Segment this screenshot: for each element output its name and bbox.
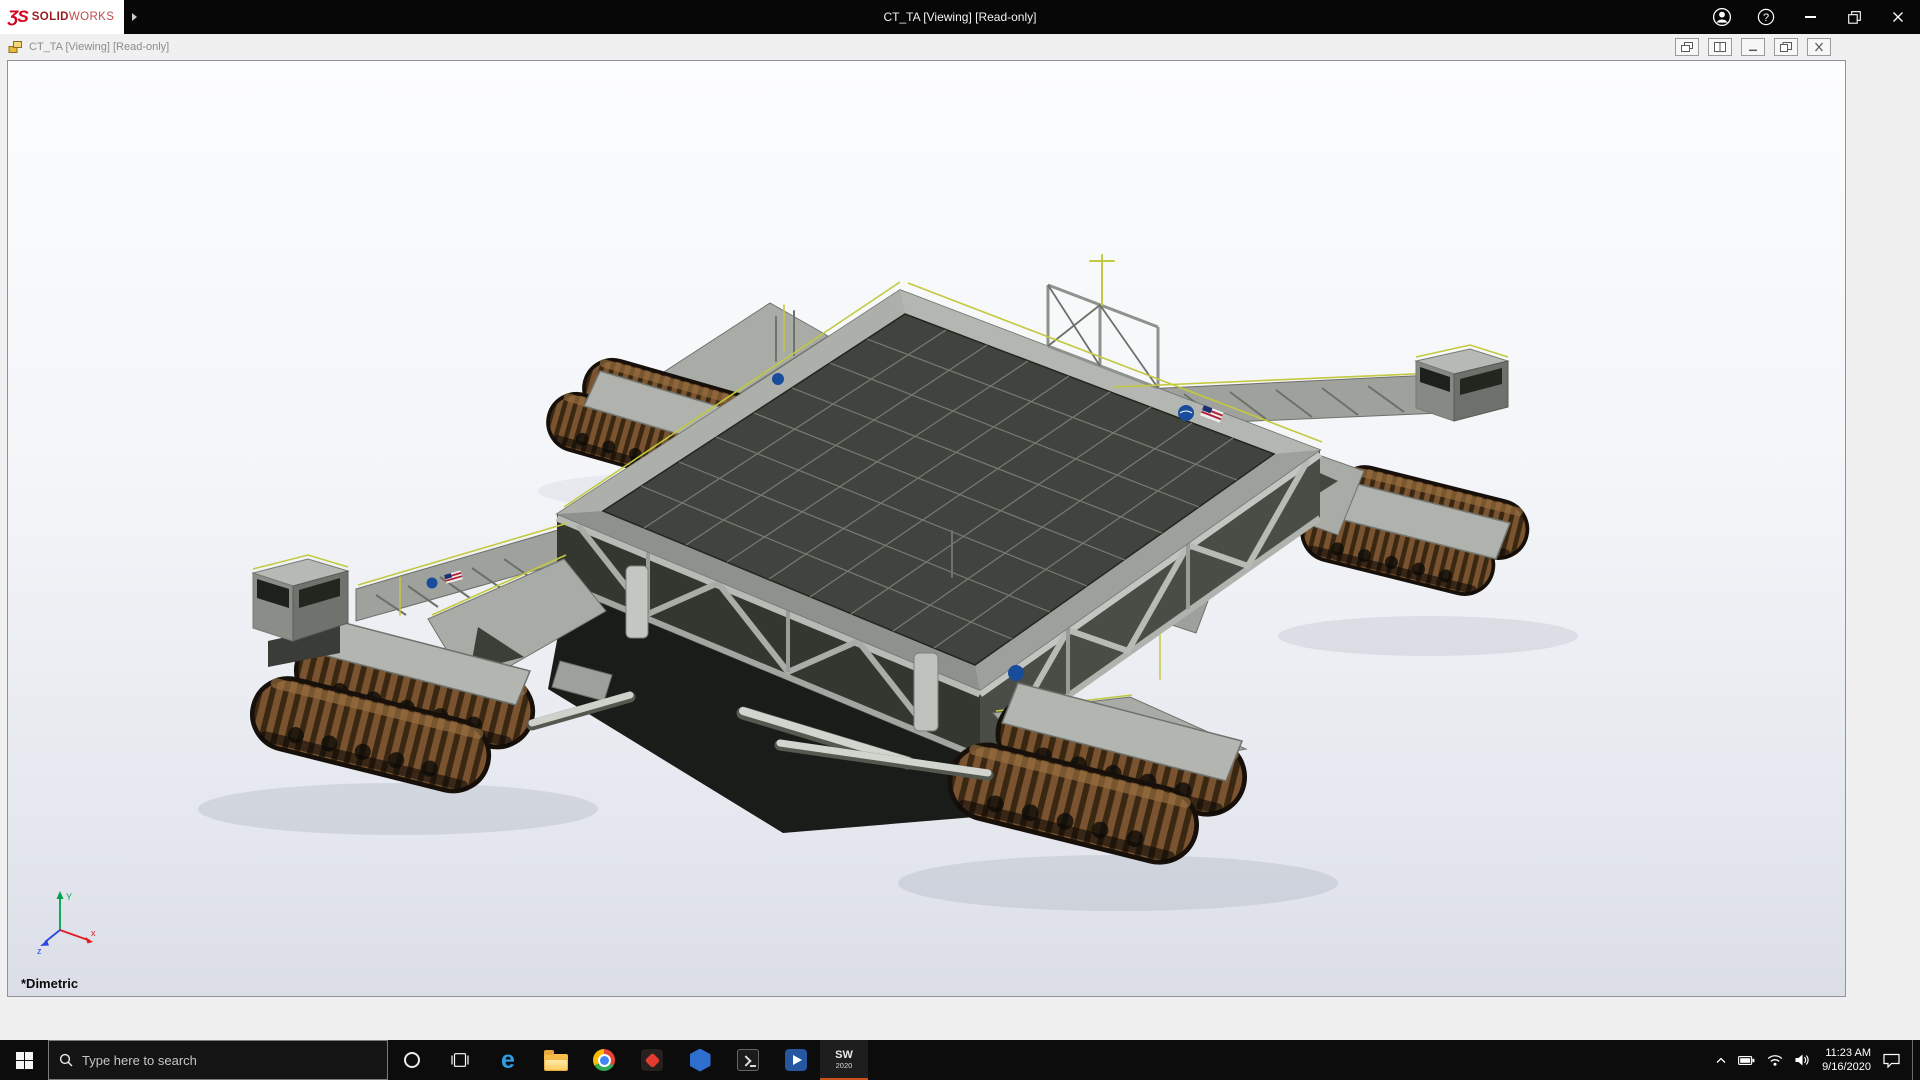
user-account-button[interactable] xyxy=(1700,0,1744,34)
minimize-icon xyxy=(1804,16,1816,18)
battery-icon xyxy=(1738,1055,1755,1065)
doc-restore-button[interactable] xyxy=(1774,38,1798,56)
wifi-icon xyxy=(1767,1055,1783,1066)
app-window-title: CT_TA [Viewing] [Read-only] xyxy=(883,10,1037,24)
file-explorer-icon xyxy=(544,1049,568,1071)
solidworks-2020-icon: SW 2020 xyxy=(835,1049,853,1070)
action-center-icon xyxy=(1883,1053,1900,1068)
crawler-transporter-model[interactable] xyxy=(8,61,1846,997)
red-app-button[interactable] xyxy=(628,1040,676,1080)
right-operator-cab xyxy=(1414,344,1510,422)
window-controls: ? xyxy=(1700,0,1920,34)
task-view-icon xyxy=(451,1053,469,1067)
document-title: CT_TA [Viewing] [Read-only] xyxy=(29,41,170,53)
blue-hex-app-button[interactable] xyxy=(676,1040,724,1080)
edge-browser-button[interactable]: e xyxy=(484,1040,532,1080)
nasa-meatball-decal xyxy=(426,577,438,589)
clock-date: 9/16/2020 xyxy=(1822,1061,1871,1073)
document-titlebar: CT_TA [Viewing] [Read-only] xyxy=(0,34,1920,60)
triad-x-label: x xyxy=(91,928,96,938)
terminal-icon xyxy=(737,1049,759,1071)
tray-overflow-button[interactable] xyxy=(1716,1057,1726,1064)
action-center-button[interactable] xyxy=(1883,1053,1900,1068)
doc-cascade-button[interactable] xyxy=(1675,38,1699,56)
user-icon xyxy=(1712,7,1732,27)
blue-hexagon-app-icon xyxy=(689,1048,711,1072)
taskbar-clock[interactable]: 11:23 AM 9/16/2020 xyxy=(1822,1046,1871,1074)
chevron-up-icon xyxy=(1716,1057,1726,1063)
nasa-meatball-decal xyxy=(772,373,784,385)
minimize-button[interactable] xyxy=(1788,0,1832,34)
triad-y-label: Y xyxy=(66,892,72,902)
taskbar-search[interactable] xyxy=(48,1040,388,1080)
restore-icon xyxy=(1847,10,1861,24)
help-icon: ? xyxy=(1757,8,1775,26)
doc-close-icon xyxy=(1815,42,1823,52)
system-tray: 11:23 AM 9/16/2020 xyxy=(1716,1040,1920,1080)
battery-status[interactable] xyxy=(1738,1055,1755,1066)
show-desktop-button[interactable] xyxy=(1912,1040,1917,1080)
taskbar-search-input[interactable] xyxy=(82,1052,377,1068)
terminal-button[interactable] xyxy=(724,1040,772,1080)
doc-close-button[interactable] xyxy=(1807,38,1831,56)
volume-status[interactable] xyxy=(1795,1054,1810,1066)
cascade-icon xyxy=(1681,42,1693,52)
guide-cylinder xyxy=(625,565,649,639)
cortana-button[interactable] xyxy=(388,1040,436,1080)
restore-button[interactable] xyxy=(1832,0,1876,34)
close-icon xyxy=(1893,12,1903,22)
svg-text:?: ? xyxy=(1763,12,1769,24)
doc-minimize-icon xyxy=(1749,49,1757,52)
close-button[interactable] xyxy=(1876,0,1920,34)
doc-minimize-button[interactable] xyxy=(1741,38,1765,56)
task-view-button[interactable] xyxy=(436,1040,484,1080)
file-explorer-button[interactable] xyxy=(532,1040,580,1080)
view-orientation-label: *Dimetric xyxy=(21,976,79,991)
menu-expand-arrow-icon[interactable] xyxy=(132,13,138,21)
chrome-icon xyxy=(593,1049,615,1071)
media-app-button[interactable] xyxy=(772,1040,820,1080)
windows-taskbar: e SW 2020 xyxy=(0,1040,1920,1080)
doc-tile-button[interactable] xyxy=(1708,38,1732,56)
nasa-meatball-decal xyxy=(1008,665,1024,681)
network-status[interactable] xyxy=(1767,1054,1783,1066)
graphics-viewport[interactable]: Y x z *Dimetric xyxy=(7,60,1846,997)
triad-z-label: z xyxy=(37,946,42,956)
assembly-document-icon xyxy=(8,41,22,53)
left-operator-cab xyxy=(251,554,350,667)
guide-cylinder xyxy=(913,652,939,732)
tile-icon xyxy=(1714,42,1726,52)
doc-restore-icon xyxy=(1780,42,1792,52)
clock-time: 11:23 AM xyxy=(1825,1047,1871,1059)
orientation-triad: Y x z xyxy=(37,891,96,956)
app-titlebar: ƷS SOLID WORKS CT_TA [Viewing] [Read-only… xyxy=(0,0,1920,34)
search-icon xyxy=(59,1053,73,1067)
red-diamond-app-icon xyxy=(641,1049,663,1071)
media-player-icon xyxy=(785,1049,807,1071)
start-button[interactable] xyxy=(0,1040,48,1080)
chrome-button[interactable] xyxy=(580,1040,628,1080)
solidworks-taskbar-button[interactable]: SW 2020 xyxy=(820,1040,868,1080)
cortana-icon xyxy=(404,1052,420,1068)
volume-icon xyxy=(1795,1054,1809,1066)
windows-logo-icon xyxy=(15,1051,33,1069)
dassault-3ds-logo-icon: ƷS xyxy=(8,7,29,26)
document-window-controls xyxy=(1675,38,1831,56)
solidworks-wordmark: SOLID WORKS xyxy=(31,11,115,23)
help-button[interactable]: ? xyxy=(1744,0,1788,34)
solidworks-logo[interactable]: ƷS SOLID WORKS xyxy=(0,0,125,34)
edge-icon: e xyxy=(501,1045,515,1074)
